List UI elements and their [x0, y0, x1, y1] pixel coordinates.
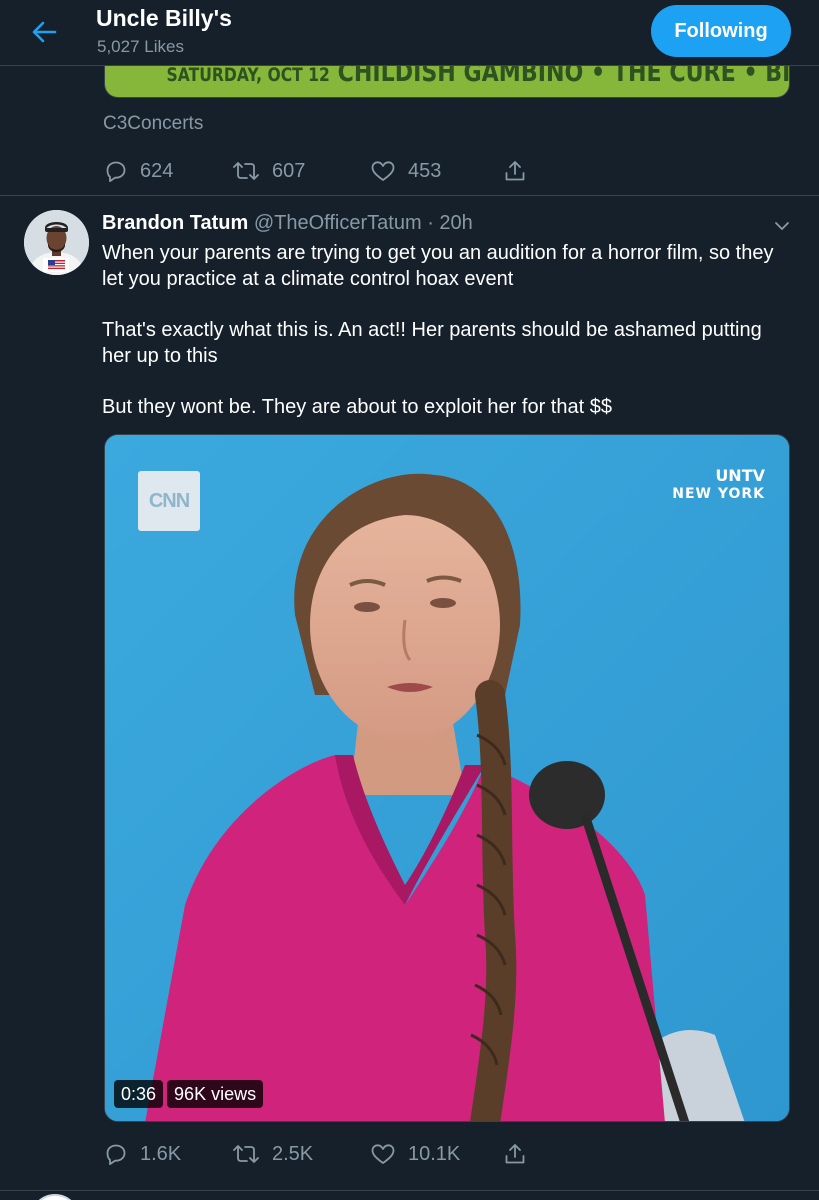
tweet-paragraph: That's exactly what this is. An act!! He…: [102, 319, 762, 367]
like-button[interactable]: 453: [370, 151, 441, 191]
author-avatar[interactable]: [24, 210, 89, 275]
tweet-paragraph: When your parents are trying to get you …: [102, 242, 774, 290]
tweet-time[interactable]: 20h: [439, 212, 472, 234]
tweet-video[interactable]: CNN UNTV NEW YORK: [104, 434, 790, 1122]
likes-count: 5,027 Likes: [97, 37, 184, 56]
share-icon: [505, 1144, 525, 1164]
reply-count: 624: [140, 159, 174, 182]
back-button[interactable]: [24, 14, 64, 50]
reply-count: 1.6K: [140, 1142, 182, 1165]
reply-icon: [106, 161, 126, 182]
share-button[interactable]: [503, 1134, 527, 1174]
next-avatar-partial: [30, 1194, 80, 1200]
share-button[interactable]: [503, 151, 527, 191]
overlay-line2: NEW YORK: [672, 486, 765, 502]
retweet-icon: [233, 1145, 259, 1163]
tweet-actions: 1.6K 2.5K 10.1K: [0, 1134, 819, 1174]
chevron-down-icon: [775, 222, 789, 230]
video-duration: 0:36: [114, 1080, 164, 1108]
retweet-icon: [233, 162, 259, 180]
tweet-header: Brandon Tatum @TheOfficerTatum · 20h: [102, 212, 473, 235]
tweet-divider: [0, 195, 819, 196]
video-frame: [105, 435, 789, 1121]
retweet-count: 607: [272, 159, 306, 182]
retweet-button[interactable]: 2.5K: [232, 1134, 313, 1174]
tweet-paragraph: But they wont be. They are about to expl…: [102, 396, 612, 418]
video-badges: 0:36 96K views: [114, 1080, 264, 1108]
like-count: 453: [408, 159, 442, 182]
share-icon: [505, 161, 525, 181]
profile-header: Uncle Billy's 5,027 Likes Following: [0, 0, 819, 66]
cnn-logo: CNN: [138, 471, 200, 531]
separator: ·: [427, 212, 434, 234]
like-icon: [371, 1144, 395, 1164]
like-icon: [371, 161, 395, 181]
card-source[interactable]: C3Concerts: [103, 113, 203, 135]
like-count: 10.1K: [408, 1142, 461, 1165]
retweet-button[interactable]: 607: [232, 151, 305, 191]
banner-date: SATURDAY, OCT 12: [166, 64, 330, 86]
following-button[interactable]: Following: [651, 5, 791, 57]
prev-tweet-actions: 624 607 453: [0, 151, 819, 191]
video-views: 96K views: [167, 1080, 264, 1108]
untv-overlay: UNTV NEW YORK: [672, 467, 765, 503]
retweet-count: 2.5K: [272, 1142, 314, 1165]
author-name[interactable]: Brandon Tatum: [102, 212, 248, 234]
page-title: Uncle Billy's: [96, 5, 232, 31]
overlay-line1: UNTV: [715, 466, 765, 485]
reply-button[interactable]: 624: [104, 151, 173, 191]
tweet-divider: [0, 1190, 819, 1191]
author-handle[interactable]: @TheOfficerTatum: [254, 212, 422, 234]
tweet-text: When your parents are trying to get you …: [102, 240, 792, 420]
back-arrow-icon: [32, 21, 57, 43]
reply-icon: [106, 1144, 126, 1165]
like-button[interactable]: 10.1K: [370, 1134, 460, 1174]
concert-banner-image[interactable]: SATURDAY, OCT 12 CHILDISH GAMBINO • THE …: [104, 62, 790, 98]
reply-button[interactable]: 1.6K: [104, 1134, 181, 1174]
tweet-menu-button[interactable]: [770, 214, 794, 238]
